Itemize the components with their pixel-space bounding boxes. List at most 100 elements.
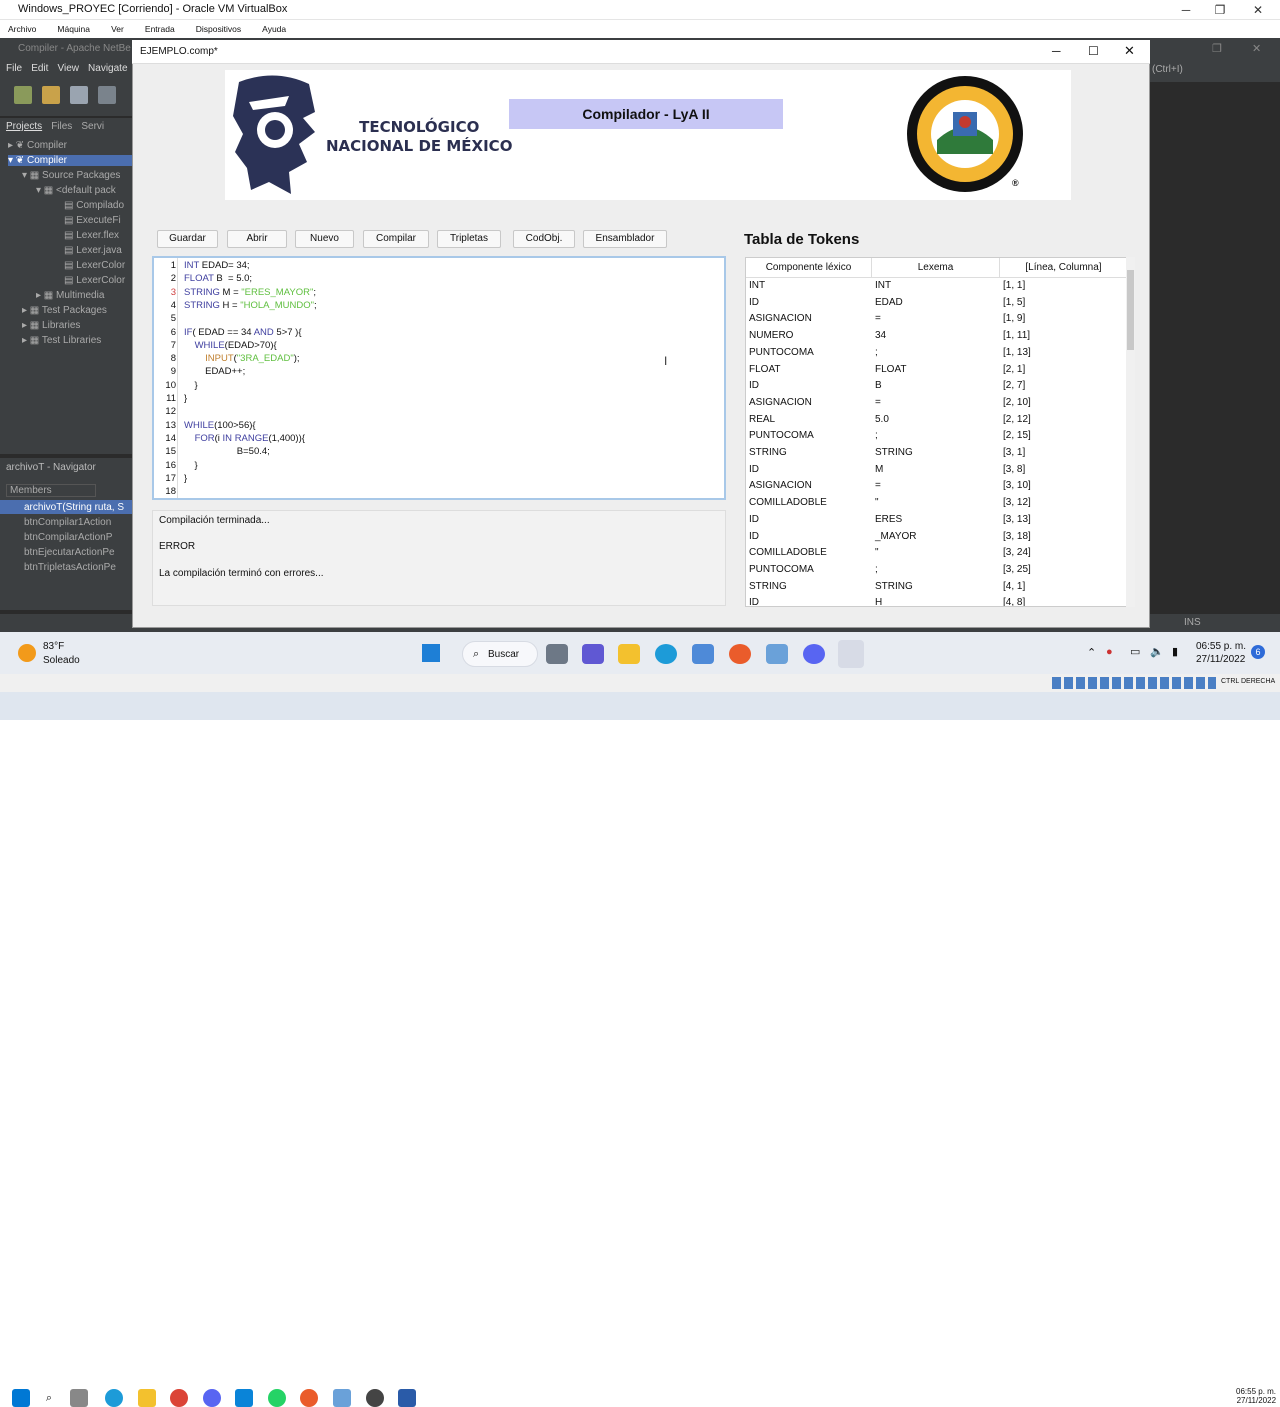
code-line[interactable]: IF( EDAD == 34 AND 5>7 ){ [184,327,302,338]
tree-item[interactable]: ▸ ▦ Libraries [22,320,80,331]
token-type-cell[interactable]: PUNTOCOMA [749,564,814,575]
token-position-cell[interactable]: [2, 7] [1003,380,1025,391]
file-explorer-icon[interactable] [618,644,640,664]
token-type-cell[interactable]: ID [749,464,759,475]
token-type-cell[interactable]: FLOAT [749,364,780,375]
code-line[interactable]: FLOAT B = 5.0; [184,273,252,284]
code-line[interactable]: INT EDAD= 34; [184,260,250,271]
code-line[interactable]: } [184,380,198,391]
token-lexeme-cell[interactable]: M [875,464,883,475]
token-position-cell[interactable]: [3, 12] [1003,497,1031,508]
member-item[interactable]: btnCompilarActionP [24,532,112,543]
chat-icon[interactable] [582,644,604,664]
host-taskview-icon[interactable] [70,1389,88,1407]
token-position-cell[interactable]: [3, 24] [1003,547,1031,558]
token-position-cell[interactable]: [2, 10] [1003,397,1031,408]
token-lexeme-cell[interactable]: H [875,597,882,606]
new-file-icon[interactable] [14,86,32,104]
firefox-icon[interactable] [729,644,751,664]
app-maximize-button[interactable]: ☐ [1088,44,1099,58]
token-type-cell[interactable]: ID [749,514,759,525]
tab-files[interactable]: Files [51,118,72,136]
virtualbox-icon[interactable] [766,644,788,664]
token-type-cell[interactable]: REAL [749,414,775,425]
menu-ver[interactable]: Ver [111,20,124,38]
menu-archivo[interactable]: Archivo [8,20,36,38]
token-position-cell[interactable]: [3, 1] [1003,447,1025,458]
tree-item[interactable]: ▤ ExecuteFi [64,215,121,226]
menu-entrada[interactable]: Entrada [145,20,175,38]
token-lexeme-cell[interactable]: = [875,480,881,491]
token-lexeme-cell[interactable]: ; [875,347,878,358]
token-lexeme-cell[interactable]: EDAD [875,297,903,308]
code-line[interactable]: WHILE(EDAD>70){ [184,340,277,351]
token-type-cell[interactable]: PUNTOCOMA [749,347,814,358]
token-position-cell[interactable]: [4, 8] [1003,597,1025,606]
tree-item[interactable]: ▸ ▦ Multimedia [36,290,104,301]
token-type-cell[interactable]: ID [749,380,759,391]
nb-menu-edit[interactable]: Edit [31,60,48,78]
host-firefox-icon[interactable] [300,1389,318,1407]
tree-item[interactable]: ▸ ▦ Test Libraries [22,335,101,346]
clock-date[interactable]: 27/11/2022 [1196,654,1245,665]
token-position-cell[interactable]: [3, 10] [1003,480,1031,491]
host-obs-icon[interactable] [366,1389,384,1407]
vbox-device-icons[interactable] [1052,677,1216,689]
code-line[interactable]: WHILE(100>56){ [184,420,256,431]
token-lexeme-cell[interactable]: " [875,497,879,508]
tree-item[interactable]: ▤ LexerColor [64,275,125,286]
token-type-cell[interactable]: NUMERO [749,330,793,341]
minimize-button[interactable]: ─ [1168,0,1204,20]
menu-maquina[interactable]: Máquina [57,20,90,38]
weather-desc[interactable]: Soleado [43,655,80,666]
menu-dispositivos[interactable]: Dispositivos [196,20,241,38]
guardar-button[interactable]: Guardar [157,230,218,248]
nb-close-icon[interactable]: ✕ [1252,42,1261,55]
token-position-cell[interactable]: [3, 18] [1003,531,1031,542]
token-position-cell[interactable]: [1, 1] [1003,280,1025,291]
token-lexeme-cell[interactable]: ; [875,430,878,441]
host-explorer-icon[interactable] [138,1389,156,1407]
tripletas-button[interactable]: Tripletas [437,230,501,248]
token-position-cell[interactable]: [1, 13] [1003,347,1031,358]
weather-icon[interactable] [18,644,36,662]
code-editor[interactable]: 1 INT EDAD= 34; 2 FLOAT B = 5.0; 3 STRING M =… [152,256,726,500]
menu-ayuda[interactable]: Ayuda [262,20,286,38]
edge-icon[interactable] [655,644,677,664]
member-item[interactable]: btnEjecutarActionPe [24,547,115,558]
token-position-cell[interactable]: [3, 25] [1003,564,1031,575]
search-box[interactable]: ⌕ Buscar [462,641,538,667]
host-search-icon[interactable]: ⌕ [40,1389,58,1407]
token-lexeme-cell[interactable]: = [875,397,881,408]
token-type-cell[interactable]: ASIGNACION [749,480,812,491]
host-unity-icon[interactable] [333,1389,351,1407]
tab-projects[interactable]: Projects [6,118,42,136]
code-line[interactable]: STRING H = "HOLA_MUNDO"; [184,300,317,311]
host-virtualbox-icon[interactable] [398,1389,416,1407]
token-lexeme-cell[interactable]: 5.0 [875,414,889,425]
members-dropdown[interactable]: Members [6,484,96,497]
token-type-cell[interactable]: COMILLADOBLE [749,497,827,508]
token-lexeme-cell[interactable]: 34 [875,330,886,341]
token-position-cell[interactable]: [3, 13] [1003,514,1031,525]
token-lexeme-cell[interactable]: _MAYOR [875,531,917,542]
code-line[interactable]: STRING M = "ERES_MAYOR"; [184,287,316,298]
token-lexeme-cell[interactable]: " [875,547,879,558]
token-type-cell[interactable]: STRING [749,447,787,458]
code-line[interactable]: } [184,473,187,484]
token-lexeme-cell[interactable]: STRING [875,581,913,592]
column-header[interactable]: Componente léxico [746,258,872,278]
compilar-button[interactable]: Compilar [363,230,429,248]
clock-time[interactable]: 06:55 p. m. [1196,641,1246,652]
tree-item[interactable]: ▤ Lexer.flex [64,230,119,241]
code-line[interactable]: } [184,460,198,471]
token-type-cell[interactable]: ASIGNACION [749,313,812,324]
token-lexeme-cell[interactable]: INT [875,280,891,291]
open-project-icon[interactable] [70,86,88,104]
token-lexeme-cell[interactable]: STRING [875,447,913,458]
member-item[interactable]: btnTripletasActionPe [24,562,116,573]
volume-icon[interactable]: 🔈 [1150,645,1164,658]
nb-menu-navigate[interactable]: Navigate [88,60,127,78]
token-position-cell[interactable]: [1, 9] [1003,313,1025,324]
token-type-cell[interactable]: ID [749,531,759,542]
